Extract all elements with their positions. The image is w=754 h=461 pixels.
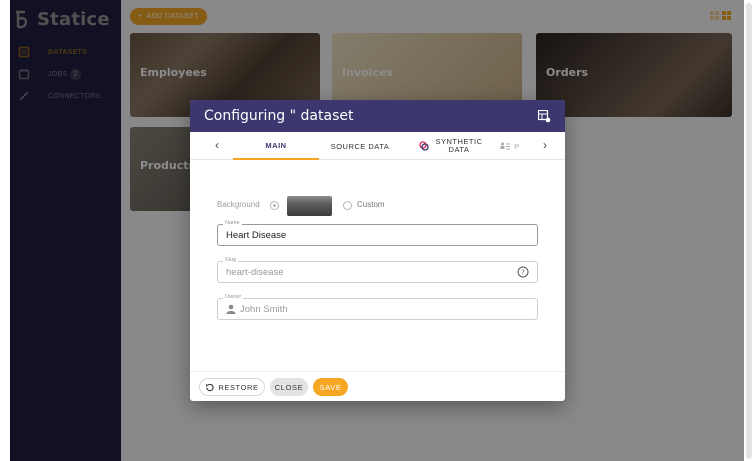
svg-text:?: ? (521, 269, 525, 277)
tab-label: MAIN (265, 140, 287, 150)
tab-label: P (514, 141, 520, 151)
synthetic-icon (419, 141, 430, 151)
slug-field-label: Slug (223, 257, 239, 263)
close-button[interactable]: CLOSE (270, 378, 308, 396)
name-field-value: Heart Disease (226, 230, 287, 241)
tab-synthetic-data[interactable]: SYNTHETIC DATA (412, 132, 490, 160)
owner-field-label: Owner (223, 294, 244, 300)
tab-source-data[interactable]: SOURCE DATA (324, 132, 396, 160)
tab-label: SYNTHETIC DATA (435, 138, 482, 154)
scrollbar-thumb[interactable] (746, 3, 752, 459)
tab-main[interactable]: MAIN (233, 132, 319, 160)
save-button[interactable]: SAVE (313, 378, 348, 396)
slug-field-value: heart-disease (226, 267, 284, 278)
background-label: Background (217, 200, 260, 209)
background-custom-radio[interactable] (343, 201, 352, 210)
app-window: Statice DATASETS JOBS 2 CONNECTORS + ADD… (10, 0, 744, 461)
owner-field-value: John Smith (240, 304, 288, 315)
dialog-footer: RESTORE CLOSE SAVE (190, 371, 565, 401)
person-list-icon (500, 142, 511, 150)
name-field-label: Name (223, 220, 242, 226)
page-scrollbar[interactable] (744, 0, 754, 461)
table-settings-icon[interactable] (538, 110, 551, 123)
slug-field[interactable]: Slug heart-disease ? (217, 257, 538, 283)
custom-label: Custom (357, 200, 385, 209)
tabs-next-icon[interactable]: › (543, 138, 547, 152)
configure-dataset-dialog: Configuring " dataset ‹ MAIN SOURCE DATA (190, 100, 565, 401)
close-label: CLOSE (274, 382, 304, 392)
owner-field[interactable]: Owner John Smith (217, 294, 538, 320)
person-icon (226, 304, 236, 314)
name-field[interactable]: Name Heart Disease (217, 220, 538, 246)
restore-button[interactable]: RESTORE (199, 378, 265, 396)
tabs-prev-icon[interactable]: ‹ (215, 138, 219, 152)
tab-label-line2: DATA (448, 145, 470, 154)
restore-label: RESTORE (218, 382, 259, 392)
dialog-tabs: ‹ MAIN SOURCE DATA SYNTHETIC DATA P › (190, 132, 565, 160)
tab-label: SOURCE DATA (330, 141, 390, 151)
dialog-header: Configuring " dataset (190, 100, 565, 132)
help-icon[interactable]: ? (517, 266, 529, 278)
dialog-title: Configuring " dataset (204, 108, 354, 124)
save-label: SAVE (319, 382, 342, 392)
tab-privacy[interactable]: P (495, 132, 525, 160)
background-preset-radio[interactable] (270, 201, 279, 210)
background-swatch[interactable] (287, 196, 332, 216)
restore-icon (206, 383, 214, 391)
